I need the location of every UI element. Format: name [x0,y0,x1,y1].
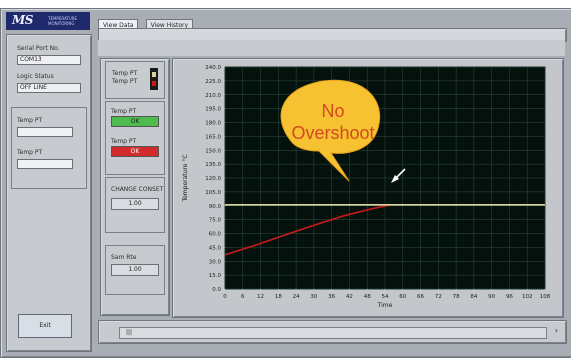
x-tick-label: 18 [275,294,282,300]
x-tick-label: 84 [470,294,477,300]
legend-swatch-yellow [152,72,156,77]
x-tick-label: 66 [417,294,424,300]
legend-line-2: Temp PT [112,78,138,85]
y-tick-label: 30.0 [209,259,222,265]
sample-label: Sam Rte [111,254,137,261]
sample-card: Sam Rte 1.00 [105,245,165,295]
green-status-label: Temp PT [111,108,137,115]
y-tick-label: 210.0 [205,93,221,99]
y-tick-label: 180.0 [205,121,221,127]
legend-card: Temp PT Temp PT [105,61,165,99]
green-status-indicator: OK [111,116,159,127]
x-tick-label: 24 [293,294,300,300]
x-tick-label: 96 [506,294,513,300]
callout-text-line-1: No [321,101,344,121]
x-tick-label: 90 [488,294,495,300]
status-card: Temp PT OK Temp PT OK [105,101,165,175]
x-tick-label: 0 [223,294,227,300]
y-tick-label: 75.0 [209,218,222,224]
left-panel: Serial Port No. COM13 Logic Status OFF L… [6,34,92,352]
temp2-field [17,159,73,169]
y-tick-label: 120.0 [205,176,221,182]
x-tick-label: 72 [435,294,442,300]
footer-bar: ||| › [98,320,567,344]
x-tick-label: 54 [382,294,389,300]
logic-status-label: Logic Status [17,73,54,80]
legend-swatch-stack [150,68,158,90]
legend-line-1: Temp PT [112,70,138,77]
x-tick-label: 108 [540,294,551,300]
logo-sub-line-2: MONITORING [48,21,75,26]
change-label: CHANGE CONSET [111,186,164,193]
y-tick-label: 165.0 [205,134,221,140]
x-tick-label: 78 [453,294,460,300]
red-status-indicator: OK [111,146,159,157]
x-tick-label: 36 [328,294,335,300]
serial-port-field[interactable]: COM13 [17,55,81,65]
y-tick-label: 135.0 [205,162,221,168]
logo-subtitle: TEMPERATURE MONITORING [48,16,77,26]
y-tick-label: 105.0 [205,190,221,196]
y-tick-label: 0.0 [212,287,221,293]
x-tick-label: 6 [241,294,245,300]
x-tick-label: 42 [346,294,353,300]
logo-mark: MS [12,13,33,27]
y-tick-label: 45.0 [209,245,222,251]
legend-swatch-red [152,81,156,86]
callout-text-line-2: Overshoot [291,123,374,143]
y-tick-label: 150.0 [205,148,221,154]
temperature-chart: 0 6 12 18 24 30 36 42 48 54 60 66 72 78 84 90 96 102 108 0.… [182,65,551,309]
x-tick-label: 60 [399,294,406,300]
y-axis-label: Temperature °C [182,154,189,202]
sample-button[interactable]: 1.00 [111,264,159,276]
y-tick-label: 90.0 [209,204,222,210]
side-panel: Temp PT Temp PT Temp PT OK Temp PT OK CH… [100,58,170,316]
x-tick-label: 12 [257,294,264,300]
y-tick-label: 15.0 [209,273,222,279]
temp1-label: Temp PT [17,117,43,124]
change-button[interactable]: 1.00 [111,198,159,210]
red-status-label: Temp PT [111,138,137,145]
x-tick-label: 30 [310,294,317,300]
x-tick-label: 102 [522,294,533,300]
history-scrollbar[interactable]: ||| [119,327,547,339]
serial-port-label: Serial Port No. [17,45,60,52]
exit-button[interactable]: Exit [18,314,72,338]
change-card: CHANGE CONSET 1.00 [105,177,165,233]
tab-bar: View Data View History [98,12,195,32]
y-tick-label: 195.0 [205,107,221,113]
x-axis-label: Time [377,302,393,309]
plot-panel: 0 6 12 18 24 30 36 42 48 54 60 66 72 78 84 90 96 102 108 0.… [172,58,564,318]
temp2-label: Temp PT [17,149,43,156]
temp1-field [17,127,73,137]
toolbar-strip-lower [98,40,565,56]
y-tick-label: 240.0 [205,65,221,71]
y-tick-label: 225.0 [205,79,221,85]
app-logo: MS TEMPERATURE MONITORING [6,12,90,30]
x-tick-label: 48 [364,294,371,300]
y-tick-label: 60.0 [209,232,222,238]
logic-status-field: OFF LINE [17,83,81,93]
chevron-right-icon[interactable]: › [555,326,558,335]
